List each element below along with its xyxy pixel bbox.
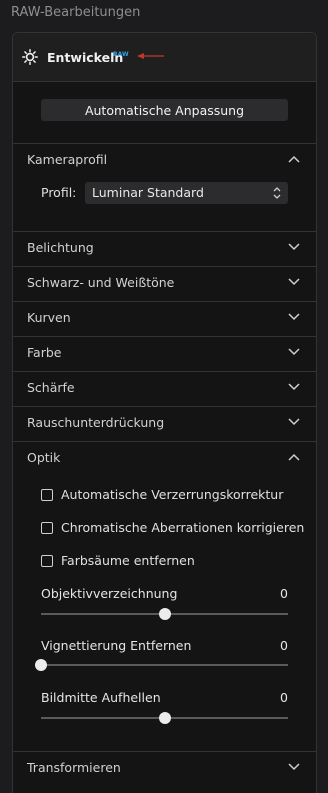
section-label: Schwarz- und Weißtöne [27,275,175,290]
annotation-arrow-icon [137,53,164,59]
slider-thumb[interactable] [35,659,47,671]
section-curves[interactable]: Kurven [13,301,316,335]
slider-value: 0 [280,690,288,705]
chevron-up-icon[interactable] [288,155,300,163]
slider-label: Bildmitte Aufhellen [41,690,161,705]
section-camera-profile[interactable]: Kameraprofil [13,143,316,177]
section-color[interactable]: Farbe [13,336,316,370]
slider-thumb[interactable] [158,712,171,724]
checkbox-label: Automatische Verzerrungskorrektur [61,487,284,502]
checkbox-label: Farbsäume entfernen [61,553,195,568]
slider-label: Vignettierung Entfernen [41,638,192,653]
develop-title: Entwickeln [47,50,124,65]
chevron-down-icon[interactable] [288,348,300,356]
section-label: Kurven [27,310,71,325]
chevron-down-icon[interactable] [288,763,300,771]
section-label: Belichtung [27,240,94,255]
section-optics[interactable]: Optik [13,441,316,475]
raw-badge: RAW [113,51,129,58]
slider-thumb[interactable] [158,608,171,620]
auto-adjust-button[interactable]: Automatische Anpassung [41,99,288,121]
slider-track[interactable] [41,608,288,620]
profile-select-value: Luminar Standard [92,185,204,200]
section-transform[interactable]: Transformieren [13,751,316,785]
slider-value: 0 [280,638,288,653]
checkbox[interactable] [41,489,53,501]
slider-label: Objektivverzeichnung [41,586,178,601]
section-sharpness[interactable]: Schärfe [13,371,316,405]
section-label: Schärfe [27,380,75,395]
chevron-down-icon[interactable] [288,313,300,321]
section-label: Transformieren [27,760,121,775]
sun-icon [22,49,38,65]
section-label: Farbe [27,345,62,360]
checkbox[interactable] [41,522,53,534]
chevron-down-icon[interactable] [288,383,300,391]
profile-select[interactable]: Luminar Standard [85,182,288,204]
checkbox-label: Chromatische Aberrationen korrigieren [61,520,305,535]
chevron-down-icon[interactable] [288,278,300,286]
slider-track[interactable] [41,712,288,724]
updown-chevron-icon [273,187,281,199]
section-label: Kameraprofil [27,152,108,167]
develop-header[interactable]: Entwickeln RAW [13,33,316,82]
raw-edits-panel: Entwickeln RAW Automatische Anpassung Ka… [12,32,317,793]
slider-value: 0 [280,586,288,601]
section-exposure[interactable]: Belichtung [13,231,316,265]
chevron-down-icon[interactable] [288,243,300,251]
section-noise-reduction[interactable]: Rauschunterdrückung [13,406,316,440]
section-label: Optik [27,450,61,465]
chevron-up-icon[interactable] [288,453,300,461]
panel-header-title: RAW-Bearbeitungen [11,5,141,20]
section-blacks-whites[interactable]: Schwarz- und Weißtöne [13,266,316,300]
chevron-down-icon[interactable] [288,418,300,426]
section-label: Rauschunterdrückung [27,415,165,430]
checkbox[interactable] [41,555,53,567]
slider-track[interactable] [35,659,288,671]
profile-label: Profil: [41,185,77,200]
